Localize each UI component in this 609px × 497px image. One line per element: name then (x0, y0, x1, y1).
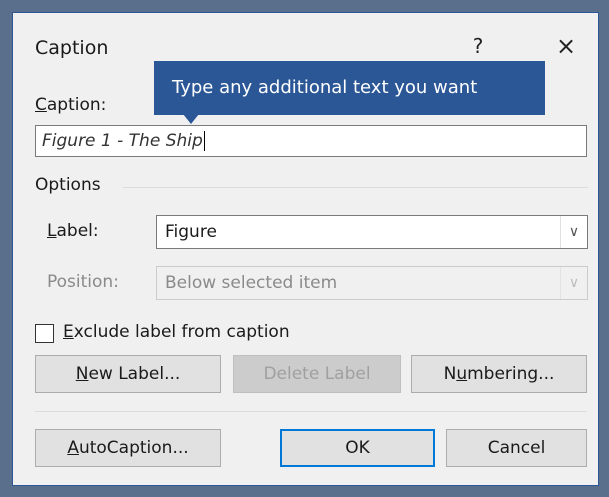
exclude-label-rest: xclude label from caption (73, 322, 290, 342)
ok-button[interactable]: OK (280, 429, 435, 467)
text-caret (203, 131, 205, 151)
position-field-label: Position: (47, 272, 119, 292)
position-dropdown-value: Below selected item (165, 273, 338, 293)
autocaption-text: utoCaption... (78, 438, 189, 458)
caption-dialog: Caption ? × Caption: Figure 1 - The Ship… (12, 12, 599, 486)
caption-access-key: C (35, 95, 47, 115)
autocaption-access-key: A (67, 438, 79, 458)
label-label-text: abel: (56, 221, 99, 241)
new-label-access-key: N (75, 364, 89, 384)
chevron-down-icon[interactable]: ∨ (560, 216, 587, 248)
footer-divider (35, 411, 587, 412)
dialog-title: Caption (35, 37, 109, 59)
new-label-button[interactable]: New Label... (35, 355, 221, 393)
options-heading: Options (35, 175, 101, 195)
label-field-label: Label: (47, 221, 99, 241)
numbering-access-key: u (456, 364, 468, 384)
exclude-label-checkbox[interactable] (35, 324, 54, 343)
label-dropdown-value: Figure (165, 222, 217, 242)
new-label-text: ew Label... (88, 364, 181, 384)
exclude-access-key: E (63, 322, 74, 342)
chevron-down-icon: ∨ (560, 267, 587, 299)
tooltip: Type any additional text you want (154, 61, 545, 115)
delete-label-button: Delete Label (233, 355, 401, 393)
numbering-text-start: N (443, 364, 457, 384)
autocaption-button[interactable]: AutoCaption... (35, 429, 221, 467)
help-button[interactable]: ? (463, 31, 493, 61)
exclude-label-text[interactable]: Exclude label from caption (63, 322, 290, 342)
options-divider (123, 187, 588, 188)
caption-field-label: Caption: (35, 95, 106, 115)
cancel-button[interactable]: Cancel (446, 429, 587, 467)
label-dropdown[interactable]: Figure ∨ (156, 215, 588, 249)
numbering-text-rest: mbering... (467, 364, 555, 384)
numbering-button[interactable]: Numbering... (411, 355, 587, 393)
caption-label-text: aption: (46, 95, 107, 115)
caption-input-value: Figure 1 - The Ship (42, 131, 203, 151)
caption-input[interactable]: Figure 1 - The Ship (35, 125, 587, 157)
close-button[interactable]: × (551, 31, 581, 61)
position-dropdown: Below selected item ∨ (156, 266, 588, 300)
tooltip-pointer (183, 114, 199, 124)
